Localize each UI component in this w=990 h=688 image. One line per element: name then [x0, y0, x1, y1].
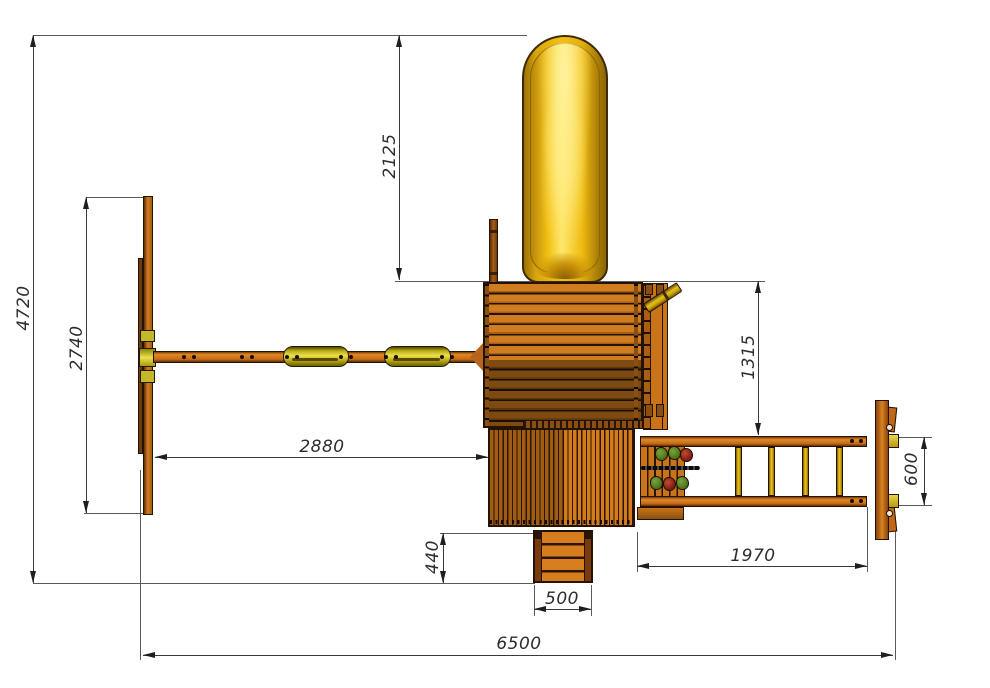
deck-screw-row: [490, 520, 633, 524]
end-bolt: [886, 510, 893, 517]
roof-planks-lower: [485, 360, 641, 426]
tube-slide: [522, 35, 608, 283]
dim-label-swing-span: 2880: [282, 437, 362, 457]
dim-label-steps-depth: 440: [423, 517, 443, 597]
ladder-rung: [802, 447, 809, 496]
climbing-hold-red: [663, 477, 676, 491]
swing-post-bracket-top: [140, 330, 155, 342]
wall-post-cap: [645, 284, 653, 295]
extension-line-left-post: [140, 470, 141, 660]
dim-label-ladder-width: 600: [902, 429, 922, 509]
arrow: [396, 35, 402, 47]
extension-line-bottom: [33, 583, 535, 584]
ladder-rung: [768, 447, 775, 496]
rail-bolt: [859, 499, 863, 503]
beam-gusset: [470, 342, 484, 372]
extension-line-swing-top: [86, 197, 150, 198]
dimension-line-overall-width: [143, 655, 893, 656]
tube-slide-highlight: [530, 43, 600, 273]
wall-post-cap: [656, 404, 664, 417]
tube-slide-opening: [534, 253, 596, 279]
extension-line-ladder-end: [867, 507, 868, 572]
ladder-rung: [836, 447, 843, 496]
arrow: [755, 423, 761, 435]
post-band: [490, 272, 497, 275]
arrow: [155, 454, 167, 460]
dim-label-ladder-span: 1970: [713, 546, 793, 566]
arrow: [30, 35, 36, 47]
arrow: [855, 563, 867, 569]
arrow: [396, 268, 402, 280]
dim-label-steps-width: 500: [522, 589, 602, 609]
ladder-rung: [735, 447, 742, 496]
wall-post-cap: [645, 404, 653, 417]
dim-label-platform-to-ladder: 1315: [739, 317, 759, 397]
beam-bolt: [450, 355, 454, 359]
steps-post: [535, 532, 542, 539]
deck: [488, 428, 635, 527]
dimension-line-swing-span: [155, 457, 488, 458]
beam-bolt: [192, 355, 196, 359]
swing-hanger-slot: [393, 358, 440, 361]
rail-bolt: [859, 439, 863, 443]
steps: [533, 530, 593, 583]
extension-line-steps-top: [440, 533, 535, 534]
extension-line-top: [33, 35, 527, 36]
roof-planks-upper: [485, 284, 641, 360]
steps-stringer-left: [535, 532, 542, 581]
end-bolt: [886, 424, 893, 431]
beam-bolt: [384, 355, 388, 359]
rail-bolt: [850, 499, 854, 503]
beam-bolt: [394, 355, 398, 359]
climbing-hold-red: [680, 448, 693, 462]
climbing-wall-base: [637, 507, 684, 520]
beam-bolt: [285, 355, 289, 359]
roof-screw-row-right: [634, 284, 638, 426]
dim-label-swing-depth: 2740: [67, 308, 87, 388]
dim-label-overall-depth: 4720: [14, 268, 34, 348]
arrow: [637, 563, 649, 569]
swing-post-bracket-bottom: [140, 370, 155, 383]
dim-label-overall-width: 6500: [479, 634, 559, 654]
beam-bolt: [440, 355, 444, 359]
arrow: [881, 652, 893, 658]
beam-bolt: [339, 355, 343, 359]
rail-bolt: [850, 439, 854, 443]
swing-hanger-slot: [292, 358, 338, 361]
dimension-line-ladder-span: [637, 566, 867, 567]
arrow: [83, 197, 89, 209]
climbing-bar: [641, 466, 700, 470]
steps-stringer-right: [584, 532, 591, 581]
roof-screw-row-left: [485, 284, 489, 426]
deck-planks-left: [490, 430, 563, 525]
climbing-hold-green: [676, 476, 689, 490]
end-post: [875, 400, 889, 540]
beam-bolt: [349, 355, 353, 359]
arrow: [30, 571, 36, 583]
roof-support-post: [489, 219, 498, 283]
beam-bolt: [182, 355, 186, 359]
arrow: [476, 454, 488, 460]
deck-planks-right: [564, 430, 633, 525]
playground-top-view-drawing: 4720 2740 2125 1315 600 2880 440 500 197…: [0, 0, 990, 688]
arrow: [143, 652, 155, 658]
steps-post: [584, 532, 591, 539]
beam-bolt: [250, 355, 254, 359]
arrow: [83, 501, 89, 513]
extension-line-right-end: [895, 520, 896, 660]
post-band: [490, 230, 497, 233]
platform-roof: [483, 282, 643, 428]
dim-label-slide-clearance: 2125: [380, 116, 400, 196]
ladder-rail-top: [640, 436, 867, 447]
climbing-hold-green: [650, 476, 663, 490]
beam-bolt: [240, 355, 244, 359]
arrow: [755, 281, 761, 293]
climbing-hold-green: [655, 447, 668, 461]
extension-line-swing-bottom: [84, 513, 143, 514]
periscope-band: [662, 291, 669, 300]
ladder-rail-bottom: [640, 496, 867, 507]
beam-bolt: [295, 355, 299, 359]
